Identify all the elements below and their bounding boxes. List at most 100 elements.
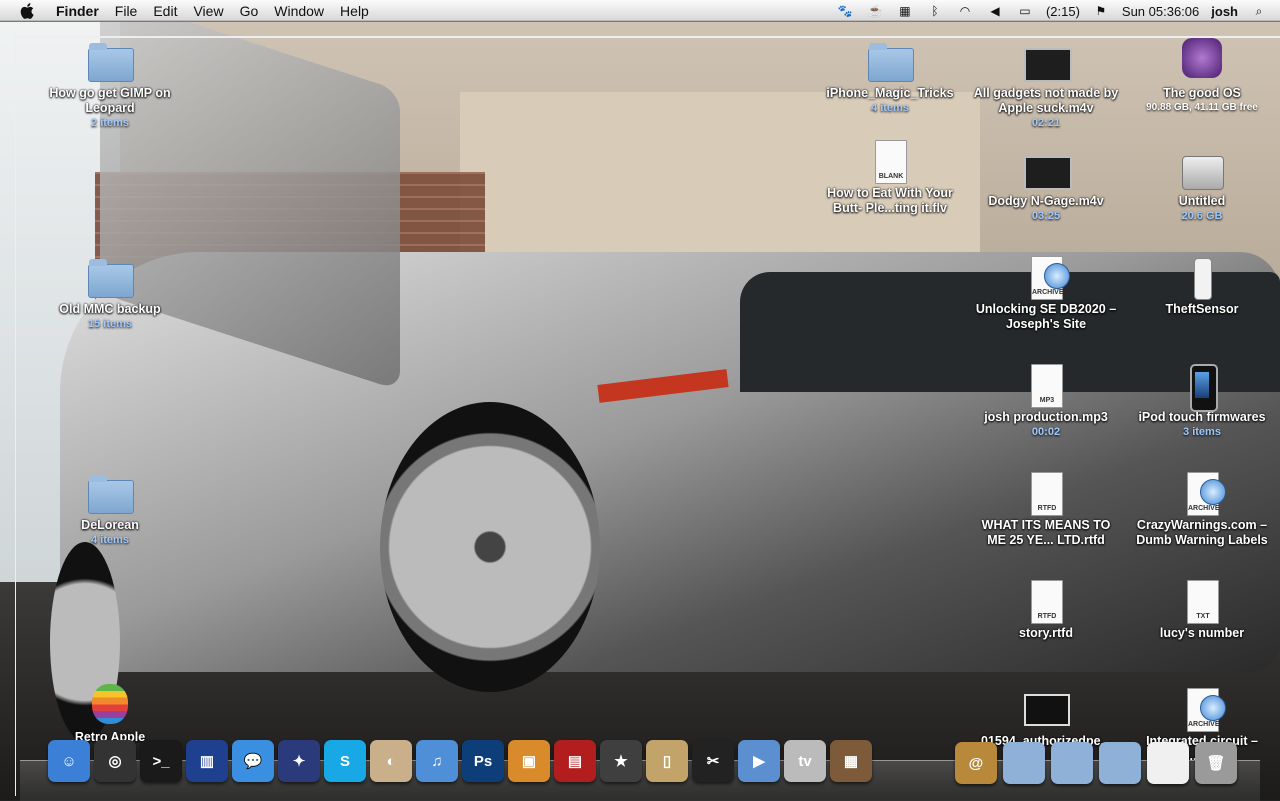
desktop-icon-story-rtfd[interactable]: RTFD story.rtfd: [971, 578, 1121, 641]
icon-label: How to Eat With Your Butt- Ple...ting it…: [827, 186, 953, 215]
menu-go[interactable]: Go: [232, 0, 267, 22]
wifi-icon[interactable]: ◠: [956, 3, 974, 19]
icon-label: All gadgets not made by Apple suck.m4v: [973, 86, 1119, 115]
skype-icon[interactable]: S: [324, 740, 366, 782]
dock-stacks: @ 🗑: [955, 742, 1237, 784]
final-cut-icon[interactable]: ✂: [692, 740, 734, 782]
desktop-icon-lucys-number[interactable]: TXT lucy's number: [1127, 578, 1277, 641]
desktop-icon-crazywarnings[interactable]: ARCHIVE CrazyWarnings.com – Dumb Warning…: [1127, 470, 1277, 548]
desktop-icon-delorean[interactable]: DeLorean 4 items: [35, 470, 185, 547]
desktop-icon-josh-production-mp3[interactable]: MP3 josh production.mp3 00:02: [971, 362, 1121, 439]
text-document-icon: TXT: [1187, 580, 1219, 624]
app-menu-finder[interactable]: Finder: [48, 0, 107, 22]
iphoto-icon[interactable]: ▣: [508, 740, 550, 782]
desktop-icon-ipod-touch-firmwares[interactable]: iPod touch firmwares 3 items: [1127, 362, 1277, 439]
desktop: How go get GIMP on Leopard 2 items Old M…: [0, 22, 1280, 800]
webarchive-icon: ARCHIVE: [1031, 256, 1070, 300]
icon-label: Untitled: [1178, 194, 1226, 208]
hard-drive-icon: [1182, 156, 1224, 190]
tardis-icon[interactable]: ▥: [186, 740, 228, 782]
apple-icon[interactable]: [18, 1, 38, 21]
growl-paw-icon[interactable]: 🐾: [836, 3, 854, 19]
icon-label: WHAT ITS MEANS TO ME 25 YE... LTD.rtfd: [981, 518, 1111, 547]
trash-icon[interactable]: 🗑: [1195, 742, 1237, 784]
dashboard-icon[interactable]: ◎: [94, 740, 136, 782]
desktop-icon-unlocking-se[interactable]: ARCHIVE Unlocking SE DB2020 – Joseph's S…: [971, 254, 1121, 332]
wizard-icon[interactable]: ✦: [278, 740, 320, 782]
icon-label: story.rtfd: [1019, 626, 1073, 640]
volume-icon[interactable]: ◀: [986, 3, 1004, 19]
desktop-icon-what-its-means-rtfd[interactable]: RTFD WHAT ITS MEANS TO ME 25 YE... LTD.r…: [971, 470, 1121, 548]
remote-icon: [1194, 258, 1212, 300]
terminal-icon[interactable]: >_: [140, 740, 182, 782]
bluetooth-icon[interactable]: ᛒ: [926, 3, 944, 19]
icon-label: iPod touch firmwares: [1138, 410, 1266, 424]
dock-applications: ☺ ◎ >_ ▥ 💬 ✦ S ◐ ♫ Ps ▣ ▤ ★ ▯ ✂ ▶ tv ▦: [48, 740, 872, 786]
safari-compass-icon: [1200, 695, 1226, 721]
icon-info: 4 items: [91, 534, 129, 546]
icon-label: TheftSensor: [1165, 302, 1239, 316]
gift-box-icon[interactable]: ▦: [830, 740, 872, 782]
vlc-document-icon: BLANK: [875, 140, 907, 184]
desktop-icon-gadgets-m4v[interactable]: All gadgets not made by Apple suck.m4v 0…: [971, 38, 1121, 130]
downloads-folder-icon[interactable]: [1099, 742, 1141, 784]
rtfd-document-icon: RTFD: [1031, 472, 1063, 516]
preview-icon[interactable]: ◐: [370, 740, 412, 782]
documents-folder-icon[interactable]: [1051, 742, 1093, 784]
desktop-icon-ngage-m4v[interactable]: Dodgy N-Gage.m4v 03:25: [971, 146, 1121, 223]
photoshop-icon[interactable]: Ps: [462, 740, 504, 782]
menu-help[interactable]: Help: [332, 0, 377, 22]
desktop-icon-authorized[interactable]: 01594_authorizedpe...: [971, 686, 1121, 749]
icon-label: Unlocking SE DB2020 – Joseph's Site: [975, 302, 1117, 331]
desktop-icon-gimp[interactable]: How go get GIMP on Leopard 2 items: [35, 38, 185, 130]
itunes-icon[interactable]: ♫: [416, 740, 458, 782]
folder-icon: [88, 259, 134, 298]
ichat-icon[interactable]: 💬: [232, 740, 274, 782]
icon-info: 15 items: [87, 318, 133, 330]
quicktime-icon[interactable]: ▶: [738, 740, 780, 782]
icon-label: josh production.mp3: [984, 410, 1108, 424]
imovie-icon[interactable]: ★: [600, 740, 642, 782]
desktop-icon-old-mmc-backup[interactable]: Old MMC backup 15 items: [35, 254, 185, 331]
menu-file[interactable]: File: [107, 0, 146, 22]
battery-time[interactable]: (2:15): [1040, 4, 1086, 19]
icon-label: lucy's number: [1159, 626, 1245, 640]
desktop-icon-retro-apple[interactable]: Retro Apple: [35, 682, 185, 745]
spotlight-icon[interactable]: ⌕: [1250, 3, 1268, 19]
icon-label: Dodgy N-Gage.m4v: [988, 194, 1104, 208]
safe-icon[interactable]: ▯: [646, 740, 688, 782]
icon-label: How go get GIMP on Leopard: [49, 86, 171, 115]
battery-icon[interactable]: ▭: [1016, 3, 1034, 19]
video-file-icon: [1024, 48, 1072, 82]
coffee-cup-icon[interactable]: ☕: [866, 3, 884, 19]
webarchive-icon: ARCHIVE: [1187, 688, 1226, 732]
icon-label: DeLorean: [81, 518, 139, 532]
photo-booth-icon[interactable]: ▤: [554, 740, 596, 782]
uk-flag-icon[interactable]: ⚑: [1092, 3, 1110, 19]
desktop-icon-untitled-drive[interactable]: Untitled 20.6 GB: [1127, 146, 1277, 223]
spaces-icon[interactable]: ▦: [896, 3, 914, 19]
apple-tv-icon[interactable]: tv: [784, 740, 826, 782]
desktop-icon-iphone-magic-tricks[interactable]: iPhone_Magic_Tricks 4 items: [815, 38, 965, 115]
menu-window[interactable]: Window: [266, 0, 332, 22]
folder-icon: [88, 475, 134, 514]
applications-folder-icon[interactable]: [1003, 742, 1045, 784]
image-file-icon: [1024, 694, 1070, 726]
safari-compass-icon: [1200, 479, 1226, 505]
icon-info: 2 items: [91, 117, 129, 129]
icon-info: 3 items: [1183, 426, 1221, 438]
desktop-icon-the-good-os[interactable]: The good OS 90.88 GB, 41.11 GB free: [1127, 38, 1277, 115]
blank-document-icon[interactable]: [1147, 742, 1189, 784]
address-book-icon[interactable]: @: [955, 742, 997, 784]
finder-icon[interactable]: ☺: [48, 740, 90, 782]
menu-view[interactable]: View: [185, 0, 231, 22]
menu-clock[interactable]: Sun 05:36:06: [1116, 4, 1205, 19]
desktop-icon-eat-with-butt-flv[interactable]: BLANK How to Eat With Your Butt- Ple...t…: [815, 138, 965, 216]
desktop-icon-theftsensor[interactable]: TheftSensor: [1127, 254, 1277, 317]
icon-label: CrazyWarnings.com – Dumb Warning Labels: [1136, 518, 1268, 547]
user-name[interactable]: josh: [1205, 4, 1244, 19]
icon-label: Old MMC backup: [59, 302, 161, 316]
video-file-icon: [1024, 156, 1072, 190]
icon-info: 20.6 GB: [1181, 210, 1223, 222]
menu-edit[interactable]: Edit: [145, 0, 185, 22]
